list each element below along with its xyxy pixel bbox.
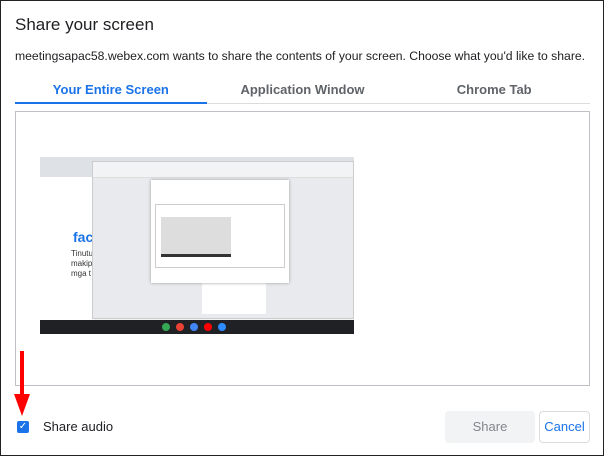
share-screen-dialog: Share your screen meetingsapac58.webex.c… — [0, 0, 604, 456]
red-arrow-annotation-icon — [14, 351, 30, 416]
